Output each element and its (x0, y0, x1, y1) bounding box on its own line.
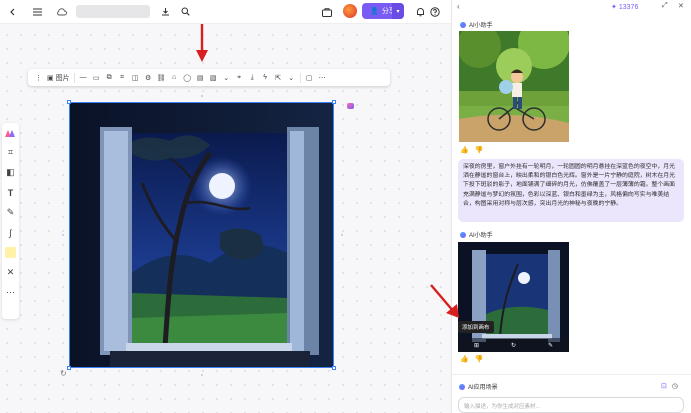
user-plus-icon: 👤 (370, 8, 379, 15)
resize-handle-br[interactable] (332, 366, 336, 370)
bot-header: AI小助手 (460, 230, 493, 239)
bot-header: AI小助手 (460, 20, 493, 29)
thumbs-up-icon[interactable]: 👍 (460, 355, 469, 363)
ai-scene-button[interactable]: AI应用场景 (459, 382, 498, 391)
download-icon[interactable] (156, 3, 174, 21)
more-icon[interactable]: ⋯ (316, 69, 329, 86)
credits-value: 13376 (618, 3, 639, 11)
download-icon[interactable]: ⤓ (246, 69, 259, 86)
history-icon[interactable]: ◷ (672, 382, 678, 390)
image-action-bar: ⊞ ↻ ✎ (458, 338, 569, 352)
search-icon[interactable] (176, 3, 194, 21)
hamburger-icon[interactable] (28, 3, 46, 21)
thumbs-up-icon[interactable]: 👍 (460, 146, 469, 154)
refresh-icon[interactable]: ↻ (511, 342, 516, 349)
resize-handle-tr[interactable] (332, 100, 336, 104)
scene-actions: ⊡ ◷ (661, 382, 678, 390)
template-icon[interactable] (318, 3, 336, 21)
more-icon[interactable]: ⋯ (4, 286, 17, 299)
prompt-input[interactable]: 输入描述，为你生成对应素材... (458, 397, 684, 413)
note-icon[interactable]: ▤ (194, 69, 207, 86)
drag-handle-icon[interactable]: ⋮ (32, 69, 45, 86)
tool-rail: ⌗ ◧ T ✎ ∫ ✕ ⋯ (2, 123, 19, 319)
image-type-label: 图片 (55, 74, 70, 82)
link-icon[interactable]: ⛓ (155, 69, 168, 86)
feedback-row: 👍 👎 (460, 146, 483, 154)
ai-badge-icon[interactable] (347, 103, 354, 109)
magic-icon[interactable]: ϟ (259, 69, 272, 86)
scene-label: AI应用场景 (468, 385, 498, 391)
annotation-arrow-top (196, 24, 208, 62)
divider (299, 72, 301, 83)
connection-point[interactable] (341, 234, 343, 236)
moonlit-window-image (70, 103, 333, 367)
file-title[interactable] (76, 5, 150, 18)
generated-image-boy[interactable] (459, 31, 569, 142)
palette-icon[interactable] (4, 126, 17, 139)
add-to-canvas-tooltip: 添加到画布 (458, 321, 494, 333)
cross-icon[interactable]: ✕ (4, 266, 17, 279)
panel-divider (452, 374, 691, 375)
chevron-down-icon[interactable]: ⌄ (285, 69, 298, 86)
credits-counter[interactable]: ✦ 13376 (611, 3, 639, 12)
sticky-note-icon[interactable] (4, 246, 17, 259)
canvas-image[interactable] (69, 102, 334, 368)
annotation-arrow-tooltip (430, 284, 459, 318)
thumbs-down-icon[interactable]: 👎 (475, 355, 484, 363)
image-type-button[interactable]: ▣ 图片 (45, 69, 72, 86)
image-swap-icon[interactable]: ▧ (207, 69, 220, 86)
help-icon[interactable] (426, 3, 444, 21)
code-icon[interactable]: ▢ (303, 69, 316, 86)
resize-handle-bl[interactable] (67, 366, 71, 370)
panel-back-icon[interactable]: ‹ (457, 2, 460, 11)
bot-avatar-icon (460, 21, 466, 28)
expand-icon[interactable]: ⤢ (662, 2, 668, 10)
connection-point[interactable] (201, 95, 203, 97)
connection-point[interactable] (62, 234, 64, 236)
cloud-icon[interactable] (52, 3, 70, 21)
credits-icon: ✦ (611, 4, 617, 11)
tag-icon[interactable]: ⌂ (168, 69, 181, 86)
bot-name: AI小助手 (469, 23, 493, 29)
adjust-icon[interactable]: ⌗ (116, 69, 129, 86)
new-chat-icon[interactable]: ⊡ (661, 382, 667, 390)
edit-icon[interactable]: ✎ (548, 342, 553, 349)
divider (73, 72, 75, 83)
add-to-canvas-icon[interactable]: ⊞ (474, 342, 479, 349)
resize-handle-tl[interactable] (67, 100, 71, 104)
avatar[interactable] (343, 4, 357, 18)
connection-point[interactable] (201, 374, 203, 376)
comment-icon[interactable]: ◯ (181, 69, 194, 86)
connector-icon[interactable]: ∫ (4, 226, 17, 239)
crop-icon[interactable]: ▭ (90, 69, 103, 86)
shape-icon[interactable]: ◧ (4, 166, 17, 179)
image-icon: ▣ (47, 74, 54, 82)
text-icon[interactable]: T (4, 186, 17, 199)
bot-name: AI小助手 (469, 233, 493, 239)
generated-image-window[interactable] (458, 242, 569, 352)
prompt-bubble: 深夜的房里，窗户外挂有一轮明月，一轮圆圆的明月悬挂在深蓝色的夜空中，月光洒在静谧… (458, 159, 684, 222)
gear-icon[interactable]: ⚙ (142, 69, 155, 86)
frame-tool-icon[interactable]: ⌗ (4, 146, 17, 159)
thumbs-down-icon[interactable]: 👎 (475, 146, 484, 154)
export-icon[interactable]: ⇱ (272, 69, 285, 86)
rotate-handle-icon[interactable]: ↻ (60, 369, 67, 378)
dash-icon[interactable]: — (77, 69, 90, 86)
pen-icon[interactable]: ✎ (4, 206, 17, 219)
frame-icon[interactable]: ⧉ (103, 69, 116, 86)
settings-icon[interactable]: ◫ (129, 69, 142, 86)
close-icon[interactable]: ✕ (678, 2, 684, 10)
chevron-left-icon[interactable] (4, 3, 22, 21)
image-toolbar: ⋮ ▣ 图片 — ▭ ⧉ ⌗ ◫ ⚙ ⛓ ⌂ ◯ ▤ ▧ ⌄ ⌖ ⤓ ϟ ⇱ ⌄… (28, 69, 390, 86)
share-dropdown-button[interactable]: ▾ (392, 3, 404, 19)
chevron-down-icon[interactable]: ⌄ (220, 69, 233, 86)
scene-icon (459, 383, 465, 390)
scan-icon[interactable]: ⌖ (233, 69, 246, 86)
bot-avatar-icon (460, 231, 466, 238)
feedback-row: 👍 👎 (460, 355, 483, 363)
